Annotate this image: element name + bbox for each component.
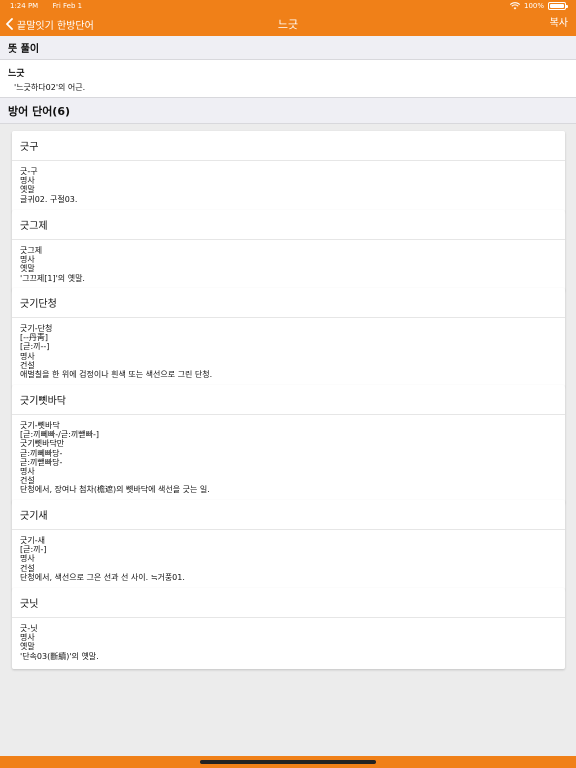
status-bar: 1:24 PM Fri Feb 1 100% bbox=[0, 0, 576, 12]
word-card-line: 명사 bbox=[20, 633, 35, 643]
meaning-block: 느긋 '느긋하다02'의 어근. bbox=[0, 60, 576, 98]
page-title: 느긋 bbox=[277, 18, 299, 31]
word-card-line: 긋기뼷바닥만 bbox=[20, 439, 65, 449]
word-card-line: 단청에서, 장여나 첨차(檐遮)의 뼷바닥에 색선을 긋는 일. bbox=[20, 485, 210, 495]
word-card-line: 명사 bbox=[20, 467, 35, 477]
word-card-line: 귿:끼뻬빠당- bbox=[20, 448, 63, 458]
word-card-line: [귿:끼-] bbox=[20, 545, 47, 555]
wifi-icon bbox=[509, 2, 520, 10]
battery-icon bbox=[548, 2, 568, 10]
meaning-text: '느긋하다02'의 어근. bbox=[14, 83, 86, 92]
status-date: Fri Feb 1 bbox=[52, 2, 83, 10]
status-time: 1:24 PM bbox=[10, 2, 39, 10]
word-card-line: 명사 bbox=[20, 351, 35, 361]
word-card-title: 긋기뼷바닥 bbox=[12, 385, 565, 415]
home-indicator[interactable] bbox=[200, 760, 376, 764]
word-card-body: 긋-닛 명사 옛말 '단속03(斷續)'의 옛말. bbox=[12, 618, 565, 669]
word-card-line: 명사 bbox=[20, 176, 35, 186]
word-card-line: 긋기-단청 bbox=[20, 324, 53, 333]
word-card[interactable]: 긋기뼷바닥 긋기-뼷바닥 [귿:끼뻬빠-/귿:끼뺃빠-] 긋기뼷바닥만 귿:끼뻬… bbox=[12, 385, 565, 503]
word-card-title: 긋그제 bbox=[12, 210, 565, 240]
defense-word-list: 긋구 긋-구 명사 옛말 글귀02. 구절03. 긋그제 긋그제 명사 옛말 '… bbox=[0, 124, 576, 756]
word-card-body: 긋-구 명사 옛말 글귀02. 구절03. bbox=[12, 161, 565, 212]
word-card-title: 긋구 bbox=[12, 131, 565, 161]
word-card-line: 글귀02. 구절03. bbox=[20, 194, 78, 204]
back-button[interactable]: 끝말잇기 한방단어 bbox=[6, 12, 94, 36]
word-card-line: [귿:끼뻬빠-/귿:끼뺃빠-] bbox=[20, 430, 99, 440]
word-card-title: 긋기새 bbox=[12, 500, 565, 530]
word-card-line: 명사 bbox=[20, 255, 35, 265]
word-card-line: 건설 bbox=[20, 360, 35, 370]
word-card[interactable]: 긋기새 긋기-새 [귿:끼-] 명사 건설 단청에서, 색선으로 그은 선과 선… bbox=[12, 500, 565, 591]
word-card-line: 긋기-뼷바닥 bbox=[20, 421, 60, 430]
chevron-left-icon bbox=[6, 18, 13, 30]
meaning-section-header: 뜻 풀이 bbox=[0, 36, 576, 60]
word-card-line: 건설 bbox=[20, 563, 35, 573]
word-card-line: 단청에서, 색선으로 그은 선과 선 사이. ≒거풍01. bbox=[20, 572, 185, 582]
word-card[interactable]: 긋닛 긋-닛 명사 옛말 '단속03(斷續)'의 옛말. bbox=[12, 588, 565, 669]
word-card-line: 긋기-새 bbox=[20, 536, 45, 545]
word-card-line: 명사 bbox=[20, 554, 35, 564]
word-card-line: 애벌칠을 한 위에 검정이나 흰색 또는 색선으로 그린 단청. bbox=[20, 370, 213, 380]
word-card-line: 귿:끼뺃빠당- bbox=[20, 457, 63, 467]
word-card-body: 긋기-새 [귿:끼-] 명사 건설 단청에서, 색선으로 그은 선과 선 사이.… bbox=[12, 530, 565, 590]
copy-button[interactable]: 복사 bbox=[550, 12, 568, 36]
word-card-line: 긋그제 bbox=[20, 246, 43, 255]
word-card-line: [--丹靑] bbox=[20, 333, 49, 343]
defense-section-header: 방어 단어(6) bbox=[0, 98, 576, 124]
navigation-bar: 끝말잇기 한방단어 느긋 복사 bbox=[0, 12, 576, 36]
word-card-line: '단속03(斷續)'의 옛말. bbox=[20, 651, 99, 661]
word-card-line: 옛말 bbox=[20, 185, 35, 195]
word-card-body: 긋기-뼷바닥 [귿:끼뻬빠-/귿:끼뺃빠-] 긋기뼷바닥만 귿:끼뻬빠당- 귿:… bbox=[12, 415, 565, 503]
word-card-line: 긋-닛 bbox=[20, 624, 38, 633]
battery-percent: 100% bbox=[523, 2, 544, 10]
word-card-title: 긋닛 bbox=[12, 588, 565, 618]
word-card-body: 긋기-단청 [--丹靑] [귿:끼--] 명사 건설 애벌칠을 한 위에 검정이… bbox=[12, 318, 565, 387]
word-card-line: '그끄제[1]'의 옛말. bbox=[20, 273, 85, 283]
word-card-line: [귿:끼--] bbox=[20, 342, 50, 352]
word-card-line: 긋-구 bbox=[20, 167, 38, 176]
word-card[interactable]: 긋그제 긋그제 명사 옛말 '그끄제[1]'의 옛말. bbox=[12, 210, 565, 291]
word-card-title: 긋기단청 bbox=[12, 288, 565, 318]
meaning-word: 느긋 bbox=[8, 69, 25, 79]
word-card[interactable]: 긋기단청 긋기-단청 [--丹靑] [귿:끼--] 명사 건설 애벌칠을 한 위… bbox=[12, 288, 565, 388]
back-button-label: 끝말잇기 한방단어 bbox=[17, 20, 94, 32]
word-card-body: 긋그제 명사 옛말 '그끄제[1]'의 옛말. bbox=[12, 240, 565, 291]
word-card-line: 옛말 bbox=[20, 642, 35, 652]
word-card[interactable]: 긋구 긋-구 명사 옛말 글귀02. 구절03. bbox=[12, 131, 565, 212]
word-card-line: 옛말 bbox=[20, 264, 35, 274]
